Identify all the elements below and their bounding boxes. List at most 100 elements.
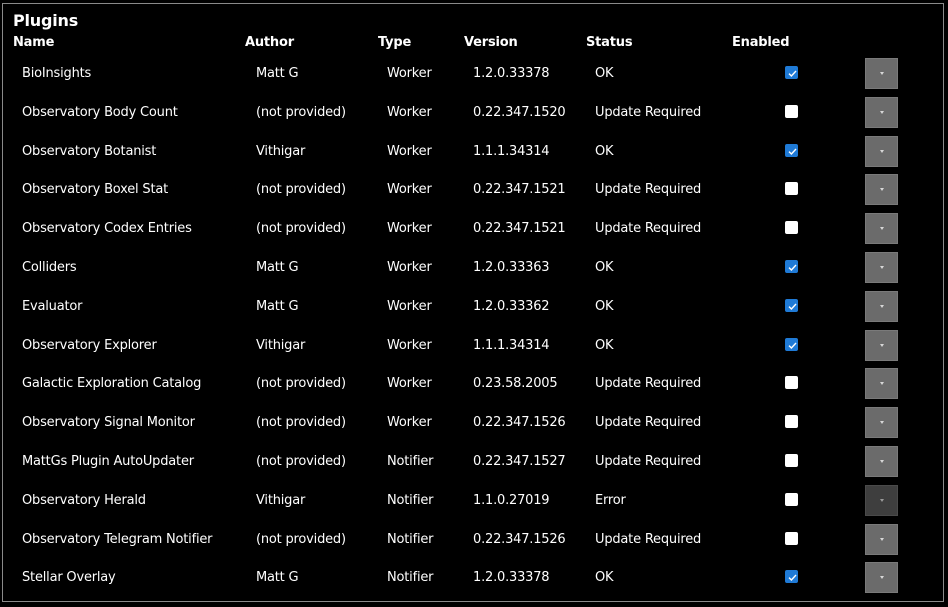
enabled-checkbox[interactable] [785,221,798,235]
enabled-checkbox[interactable] [785,531,798,545]
enabled-checkbox[interactable] [785,66,798,79]
chevron-down-icon [880,537,884,541]
checkmark-icon [788,574,797,582]
table-row[interactable]: Galactic Exploration Catalog (not provide… [3,365,943,404]
plugin-version: 1.2.0.33378 [473,570,550,586]
plugin-status: OK [595,143,614,159]
plugin-name: Evaluator [22,298,83,314]
checkmark-icon [788,70,797,78]
plugin-type: Worker [387,376,432,392]
enabled-checkbox[interactable] [785,570,798,584]
column-header-author[interactable]: Author [245,33,294,53]
plugin-status: Update Required [595,376,702,392]
enabled-checkbox[interactable] [785,298,798,312]
enabled-checkbox[interactable] [785,415,798,429]
enabled-checkbox[interactable] [785,143,798,157]
plugin-options-dropdown-button[interactable] [865,96,898,128]
plugin-options-dropdown-button[interactable] [865,484,898,516]
plugin-options-dropdown-button[interactable] [865,213,898,245]
plugin-name: Observatory Body Count [22,104,178,120]
table-row[interactable]: Observatory Boxel Stat (not provided) Work… [3,171,943,210]
chevron-down-icon [880,421,884,425]
plugin-type: Worker [387,298,432,314]
plugin-type: Worker [387,259,432,275]
column-header-name[interactable]: Name [13,33,54,53]
plugins-panel: Plugins Name Author Type Version Status … [2,3,944,602]
chevron-down-icon [880,265,884,269]
chevron-down-icon [880,459,884,463]
table-row[interactable]: Colliders Matt G Worker 1.2.0.33363 OK [3,249,943,288]
table-row[interactable]: Observatory Body Count (not provided) Work… [3,94,943,133]
enabled-checkbox[interactable] [785,182,798,196]
plugin-author: Vithigar [256,143,306,159]
plugin-options-dropdown-button[interactable] [865,251,898,283]
plugin-options-dropdown-button[interactable] [865,368,898,400]
table-row[interactable]: Evaluator Matt G Worker 1.2.0.33362 OK [3,288,943,327]
table-row[interactable]: Observatory Herald Vithigar Notifier 1.1.0.… [3,482,943,521]
checkmark-icon [788,264,797,271]
chevron-down-icon [880,227,884,231]
table-row[interactable]: Observatory Codex Entries (not provided) W… [3,210,943,249]
checkmark-icon [788,342,797,349]
plugin-author: Matt G [256,298,299,314]
chevron-down-icon [880,304,884,308]
plugin-author: (not provided) [256,182,346,198]
plugin-version: 1.2.0.33363 [473,259,550,275]
chevron-down-icon [880,498,884,502]
plugin-options-dropdown-button[interactable] [865,58,898,89]
plugin-name: Observatory Signal Monitor [22,415,195,431]
plugin-name: Galactic Exploration Catalog [22,376,202,392]
plugin-status: Error [595,492,626,508]
plugin-options-dropdown-button[interactable] [865,329,898,361]
plugin-status: OK [595,337,614,353]
enabled-checkbox[interactable] [785,259,798,273]
enabled-checkbox[interactable] [785,492,798,506]
column-header-type[interactable]: Type [378,33,411,53]
plugin-version: 0.22.347.1527 [473,453,566,469]
plugin-name: Observatory Telegram Notifier [22,531,213,547]
table-row[interactable]: BioInsights Matt G Worker 1.2.0.33378 OK [3,55,943,94]
enabled-checkbox[interactable] [785,453,798,467]
enabled-checkbox[interactable] [785,104,798,118]
plugin-type: Worker [387,182,432,198]
table-row[interactable]: Observatory Signal Monitor (not provided)… [3,404,943,443]
plugin-author: (not provided) [256,221,346,237]
plugin-version: 0.22.347.1526 [473,531,566,547]
column-header-status[interactable]: Status [586,33,633,53]
table-row[interactable]: Observatory Botanist Vithigar Worker 1.1.1.… [3,133,943,172]
plugin-status: OK [595,259,614,275]
plugin-type: Worker [387,66,432,81]
plugin-options-dropdown-button[interactable] [865,174,898,206]
table-row[interactable]: Observatory Telegram Notifier (not provid… [3,521,943,560]
plugin-options-dropdown-button[interactable] [865,445,898,477]
plugin-name: Observatory Explorer [22,337,157,353]
plugin-name: Stellar Overlay [22,570,116,586]
plugin-author: (not provided) [256,531,346,547]
enabled-checkbox[interactable] [785,337,798,351]
plugin-options-dropdown-button[interactable] [865,407,898,439]
plugin-author: (not provided) [256,415,346,431]
table-row[interactable]: Observatory Explorer Vithigar Worker 1.1.1.… [3,327,943,366]
plugin-type: Notifier [387,570,434,586]
plugin-version: 0.22.347.1521 [473,182,566,198]
table-row[interactable]: MattGs Plugin AutoUpdater (not provided) N… [3,443,943,482]
plugin-type: Worker [387,104,432,120]
enabled-checkbox[interactable] [785,376,798,390]
plugin-status: Update Required [595,221,702,237]
plugin-author: Matt G [256,259,299,275]
table-row[interactable]: Stellar Overlay Matt G Notifier 1.2.0.33378… [3,559,943,598]
plugin-type: Notifier [387,531,434,547]
column-header-enabled[interactable]: Enabled [732,33,790,53]
checkmark-icon [788,303,797,310]
column-header-version[interactable]: Version [464,33,518,53]
plugin-options-dropdown-button[interactable] [865,523,898,555]
table-header: Name Author Type Version Status Enabled [3,33,943,53]
plugin-status: OK [595,298,614,314]
chevron-down-icon [880,72,884,75]
plugin-options-dropdown-button[interactable] [865,290,898,322]
plugin-options-dropdown-button[interactable] [865,135,898,167]
plugin-status: OK [595,66,614,81]
plugin-options-dropdown-button[interactable] [865,562,898,594]
plugin-type: Worker [387,143,432,159]
plugin-type: Worker [387,337,432,353]
